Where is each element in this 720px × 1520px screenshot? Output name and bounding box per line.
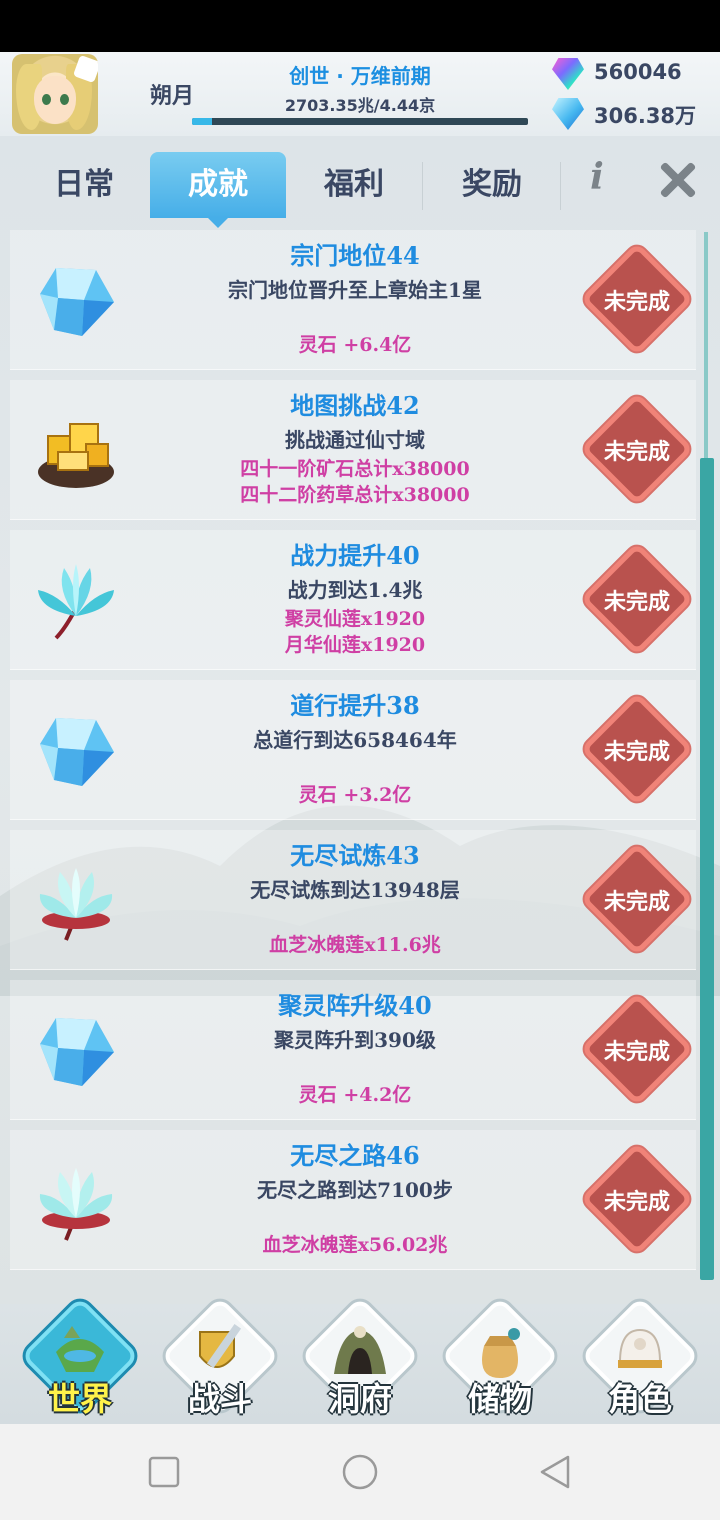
achievement-reward: 聚灵仙莲x1920 [284,608,426,630]
achievement-reward: 灵石 +3.2亿 [298,784,412,806]
player-header: 朔月 创世 · 万维前期 2703.35兆/4.44京 560046 306.3… [0,52,720,136]
status-label: 未完成 [603,739,670,765]
incomplete-status-button[interactable]: 未完成 [580,542,694,656]
system-nav-bar [0,1424,720,1520]
nav-character-hat[interactable]: 角色 [580,1296,700,1420]
nav-label: 角色 [607,1380,672,1418]
blue-gem-icon [34,1010,118,1094]
exp-text: 2703.35兆/4.44京 [284,96,436,115]
back-icon[interactable] [538,1454,572,1490]
achievement-title: 地图挑战42 [290,391,420,420]
nav-floating-island[interactable]: 世界 [20,1296,140,1420]
blue-gem-amount: 306.38万 [594,104,697,128]
achievement-reward: 血芝冰魄莲x56.02兆 [262,1234,448,1256]
achievement-panel: 日常 成就 福利 奖励 i 宗门地位44 宗门地位晋升至上章始主1星 灵石 +6.4… [0,136,720,1304]
achievement-item: 宗门地位44 宗门地位晋升至上章始主1星 灵石 +6.4亿 未完成 [10,230,696,370]
floating-island-icon [50,1322,110,1382]
achievement-title: 无尽试炼43 [290,841,420,870]
bottom-nav: 世界 战斗 洞府 储物 角色 [0,1296,720,1424]
achievement-reward: 血芝冰魄莲x11.6兆 [269,934,441,956]
incomplete-status-button[interactable]: 未完成 [580,692,694,806]
player-name: 朔月 [150,83,195,109]
rainbow-gem-amount: 560046 [594,60,682,84]
achievement-reward: 月华仙莲x1920 [284,634,426,656]
achievement-reward: 灵石 +6.4亿 [298,334,412,356]
info-button[interactable]: i [582,156,612,206]
home-icon[interactable] [342,1454,378,1490]
achievement-description: 无尽试炼到达13948层 [250,878,460,902]
achievement-list: 宗门地位44 宗门地位晋升至上章始主1星 灵石 +6.4亿 未完成 地图挑战42 挑战通过… [0,230,700,1280]
nav-label: 洞府 [327,1380,392,1418]
tab-bar: 日常 成就 福利 奖励 i [0,136,720,228]
sword-shield-icon [190,1322,250,1382]
status-label: 未完成 [603,289,670,315]
rainbow-gem-icon [552,58,584,90]
nav-storage-bag[interactable]: 储物 [440,1296,560,1420]
nav-cave[interactable]: 洞府 [300,1296,420,1420]
scrollbar-track [704,232,708,458]
close-button[interactable] [654,156,702,204]
achievement-description: 聚灵阵升到390级 [274,1028,436,1052]
player-avatar[interactable] [12,54,98,134]
nav-label: 世界 [47,1380,112,1418]
achievement-title: 聚灵阵升级40 [278,991,432,1020]
tab-daily[interactable]: 日常 [16,152,152,218]
cave-icon [330,1322,390,1382]
storage-bag-icon [470,1322,530,1382]
achievement-title: 道行提升38 [290,691,420,720]
achievement-title: 宗门地位44 [290,241,420,270]
tab-achievements[interactable]: 成就 [150,152,286,228]
achievement-description: 总道行到达658464年 [253,728,457,752]
cultivation-realm: 创世 · 万维前期 [289,64,431,88]
nav-label: 战斗 [187,1380,252,1418]
incomplete-status-button[interactable]: 未完成 [580,992,694,1106]
achievement-item: 道行提升38 总道行到达658464年 灵石 +3.2亿 未完成 [10,680,696,820]
status-bar [0,0,720,52]
achievement-description: 无尽之路到达7100步 [257,1178,453,1202]
tab-rewards[interactable]: 奖励 [424,152,560,218]
tab-welfare[interactable]: 福利 [286,152,422,218]
currency-blue[interactable]: 306.38万 [552,96,712,132]
character-hat-icon [610,1322,670,1382]
blue-lotus-icon [34,560,118,644]
scrollbar-thumb[interactable] [700,458,714,1280]
achievement-item: 无尽之路46 无尽之路到达7100步 血芝冰魄莲x56.02兆 未完成 [10,1130,696,1270]
blue-gem-icon [34,710,118,794]
achievement-title: 战力提升40 [290,541,420,570]
achievement-item: 无尽试炼43 无尽试炼到达13948层 血芝冰魄莲x11.6兆 未完成 [10,830,696,970]
ice-lotus-icon [34,1160,118,1244]
status-label: 未完成 [603,439,670,465]
incomplete-status-button[interactable]: 未完成 [580,242,694,356]
achievement-reward: 四十一阶矿石总计x38000 [240,458,470,480]
nav-label: 储物 [467,1380,532,1418]
status-label: 未完成 [603,589,670,615]
blue-gem-icon [552,98,584,130]
incomplete-status-button[interactable]: 未完成 [580,392,694,506]
blue-gem-icon [34,260,118,344]
exp-progress-bar [192,118,528,125]
incomplete-status-button[interactable]: 未完成 [580,842,694,956]
achievement-title: 无尽之路46 [290,1141,420,1170]
status-label: 未完成 [603,889,670,915]
achievement-reward: 四十二阶药草总计x38000 [240,484,470,506]
incomplete-status-button[interactable]: 未完成 [580,1142,694,1256]
nav-sword-shield[interactable]: 战斗 [160,1296,280,1420]
currency-rainbow[interactable]: 560046 [552,56,712,92]
achievement-reward: 灵石 +4.2亿 [298,1084,412,1106]
status-label: 未完成 [603,1189,670,1215]
achievement-item: 聚灵阵升级40 聚灵阵升到390级 灵石 +4.2亿 未完成 [10,980,696,1120]
status-label: 未完成 [603,1039,670,1065]
achievement-item: 战力提升40 战力到达1.4兆 聚灵仙莲x1920 月华仙莲x1920 未完成 [10,530,696,670]
gold-ore-icon [34,410,118,494]
ice-lotus-icon [34,860,118,944]
achievement-item: 地图挑战42 挑战通过仙寸域四十一阶矿石总计x38000 四十二阶药草总计x3800… [10,380,696,520]
recent-apps-icon[interactable] [148,1456,180,1488]
achievement-description: 战力到达1.4兆 [287,578,423,602]
achievement-description: 宗门地位晋升至上章始主1星 [228,278,482,302]
achievement-description: 挑战通过仙寸域 [285,428,425,452]
